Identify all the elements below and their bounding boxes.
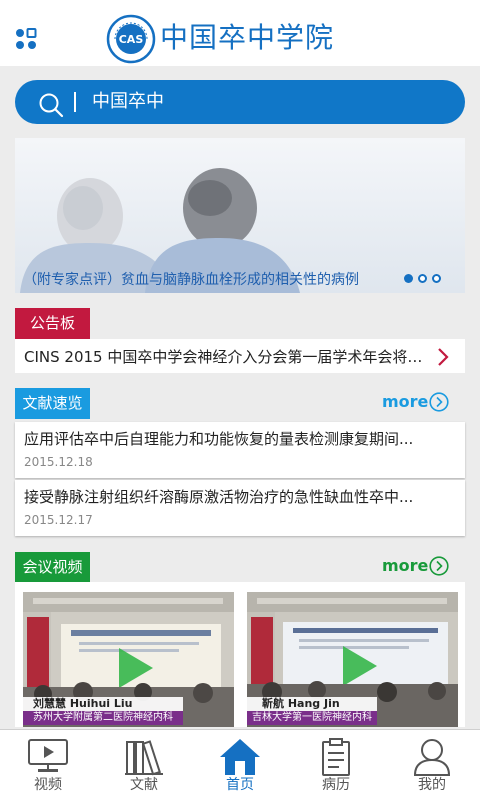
- banner-caption[interactable]: （附专家点评）贫血与脑静脉血栓形成的相关性的病例: [23, 270, 359, 290]
- notice-board-tag: 公告板: [15, 308, 90, 339]
- tab-label: 视频: [34, 777, 62, 793]
- circle-arrow-right-icon[interactable]: [429, 556, 449, 576]
- literature-more-link[interactable]: more: [382, 391, 428, 413]
- speaker-name: 靳航 Hang Jin: [262, 697, 340, 710]
- search-divider: [74, 92, 76, 112]
- video-tag: 会议视频: [15, 552, 90, 583]
- circle-arrow-right-icon[interactable]: [429, 392, 449, 412]
- tab-label: 我的: [418, 777, 446, 793]
- video-more-link[interactable]: more: [382, 555, 428, 577]
- academy-seal-logo: CAS: [106, 14, 156, 64]
- literature-item-title[interactable]: 接受静脉注射组织纤溶酶原激活物治疗的急性缺血性卒中...: [24, 486, 454, 508]
- video-screen-icon: [28, 739, 68, 772]
- user-icon: [413, 739, 451, 776]
- home-icon: [220, 739, 260, 775]
- tab-video[interactable]: 视频: [0, 729, 96, 800]
- speaker-affiliation: 吉林大学第一医院神经内科: [252, 712, 372, 723]
- tab-label: 文献: [130, 777, 158, 793]
- chevron-right-icon[interactable]: [436, 346, 450, 368]
- notice-text[interactable]: CINS 2015 中国卒中学会神经介入分会第一届学术年会将于...: [24, 346, 436, 368]
- tab-label: 首页: [226, 777, 254, 793]
- search-icon[interactable]: [38, 92, 64, 118]
- literature-item-title[interactable]: 应用评估卒中后自理能力和功能恢复的量表检测康复期间...: [24, 428, 454, 450]
- svg-text:CAS: CAS: [119, 33, 144, 46]
- tab-literature[interactable]: 文献: [96, 729, 192, 800]
- literature-item-date: 2015.12.18: [24, 455, 93, 469]
- literature-tag: 文献速览: [15, 388, 90, 419]
- literature-item-date: 2015.12.17: [24, 513, 93, 527]
- speaker-name: 刘慧慧 Huihui Liu: [33, 697, 133, 710]
- tab-profile[interactable]: 我的: [384, 729, 480, 800]
- carousel-dot-active[interactable]: [404, 274, 413, 283]
- speaker-affiliation: 苏州大学附属第二医院神经内科: [33, 712, 173, 723]
- carousel-dot[interactable]: [418, 274, 427, 283]
- carousel-dot[interactable]: [432, 274, 441, 283]
- menu-grid-icon[interactable]: [14, 27, 38, 51]
- tab-label: 病历: [322, 777, 350, 793]
- books-icon: [125, 740, 163, 776]
- app-title: 中国卒中学院: [160, 21, 335, 54]
- tab-medical-record[interactable]: 病历: [288, 729, 384, 800]
- clipboard-icon: [322, 738, 350, 776]
- tab-home[interactable]: 首页: [192, 729, 288, 800]
- search-bar[interactable]: [15, 80, 465, 124]
- search-input[interactable]: 中国卒中: [92, 89, 164, 115]
